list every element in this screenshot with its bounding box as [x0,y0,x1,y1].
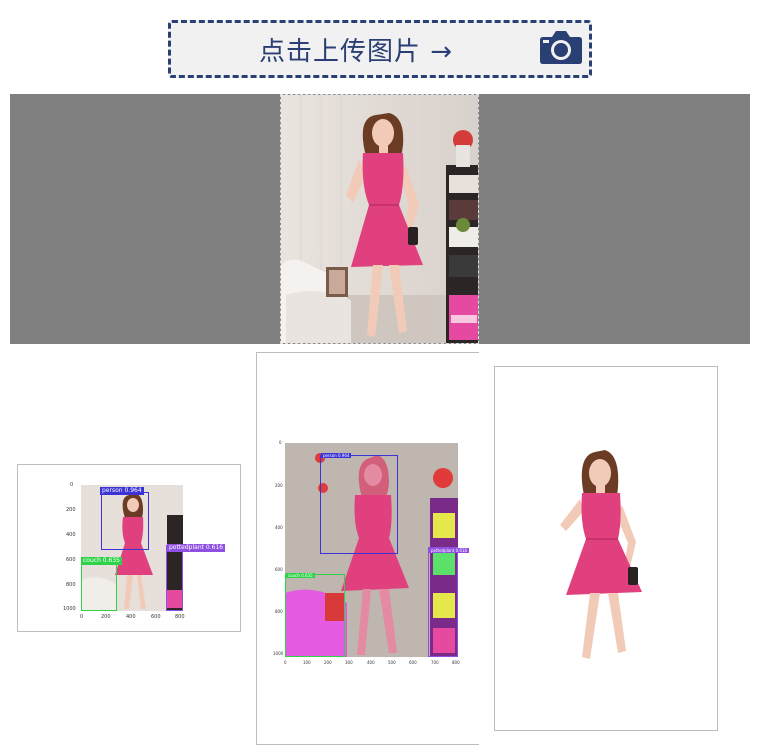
plant-box-label: pottedplant 0.616 [167,544,226,552]
y-tick: 800 [66,582,76,588]
x-tick: 700 [431,660,439,665]
x-tick: 800 [175,614,185,620]
x-tick: 200 [101,614,111,620]
plant-bounding-box [428,547,458,657]
couch-bounding-box [285,574,345,657]
x-tick: 400 [367,660,375,665]
x-tick: 0 [80,614,84,620]
x-tick: 600 [151,614,161,620]
y-tick: 600 [275,567,283,572]
x-tick: 100 [303,660,311,665]
matting-result-card [494,366,718,731]
y-tick: 200 [66,507,76,513]
y-tick: 200 [275,483,283,488]
couch-box-label: couch 0.635 [81,557,122,565]
x-tick: 500 [388,660,396,665]
person-bounding-box [101,492,149,550]
plant-bounding-box [166,545,183,611]
y-tick: 1000 [273,651,284,656]
x-tick: 400 [126,614,136,620]
plant-box-label: pottedplant 0.616 [429,548,470,553]
person-box-label: person 0.964 [100,487,144,495]
y-tick: 0 [279,440,282,445]
couch-box-label: couch 0.635 [286,573,315,578]
camera-icon [540,31,582,64]
preview-photo [280,94,479,344]
x-tick: 600 [409,660,417,665]
y-tick: 400 [275,525,283,530]
person-box-label: person 0.964 [321,453,352,458]
upload-button-label: 点击上传图片 → [259,37,454,67]
upload-image-button[interactable]: 点击上传图片 → [168,20,592,78]
y-tick: 600 [66,557,76,563]
x-tick: 300 [345,660,353,665]
x-tick: 200 [324,660,332,665]
y-tick: 400 [66,532,76,538]
uploaded-image-preview [10,94,750,344]
y-tick: 1000 [63,606,76,612]
person-bounding-box [320,455,398,554]
segmentation-result-card: person 0.964 couch 0.635 pottedplant 0.6… [256,352,479,745]
y-tick: 0 [70,482,74,488]
couch-bounding-box [81,563,117,611]
page: 点击上传图片 → person 0.964 couch 0.635 potted… [0,0,767,746]
detection-result-card: person 0.964 couch 0.635 pottedplant 0.6… [17,464,241,632]
x-tick: 0 [284,660,287,665]
matted-person-image [560,450,642,659]
x-tick: 800 [452,660,460,665]
y-tick: 800 [275,609,283,614]
